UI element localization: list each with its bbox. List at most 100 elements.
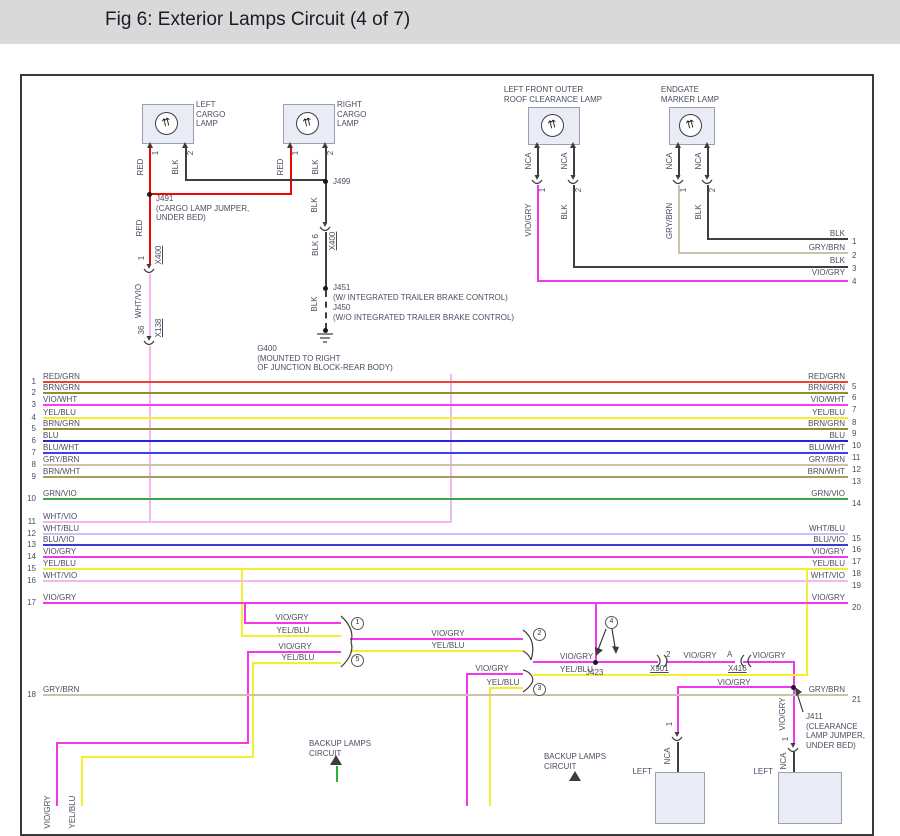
diagram-label: 2	[666, 650, 671, 659]
diagram-label: 18	[852, 569, 861, 578]
junction-dot	[322, 178, 328, 184]
diagram-label: BLK	[829, 229, 845, 238]
wire	[43, 602, 848, 604]
wire	[793, 752, 795, 772]
diagram-label: YEL/BLU	[43, 559, 76, 568]
diagram-label: GRY/BRN	[808, 685, 845, 694]
diagram-label: (W/O INTEGRATED TRAILER BRAKE CONTROL)	[333, 313, 515, 322]
wire	[43, 498, 848, 500]
wire	[81, 758, 83, 806]
diagram-label: 11	[27, 517, 36, 526]
diagram-label: YEL/BLU	[431, 641, 465, 650]
wire	[666, 661, 735, 663]
diagram-label: BLK	[829, 256, 845, 265]
circled-number: 2	[533, 628, 546, 641]
wire	[43, 521, 450, 523]
diagram-label: BLK	[310, 296, 319, 312]
wire	[43, 417, 848, 419]
diagram-label: 15	[27, 564, 36, 573]
diagram-label: (W/ INTEGRATED TRAILER BRAKE CONTROL)	[333, 293, 508, 302]
wire	[43, 544, 848, 546]
circled-number: 1	[351, 617, 364, 630]
diagram-label: LEFT FRONT OUTER ROOF CLEARANCE LAMP	[503, 85, 603, 104]
diagram-label: GRY/BRN	[665, 202, 674, 240]
diagram-label: 16	[27, 576, 36, 585]
diagram-label: 3	[31, 400, 36, 409]
wire	[56, 744, 58, 806]
wire	[678, 148, 680, 177]
bulb-icon: ⇈	[296, 112, 319, 135]
diagram-label: BLK 6	[311, 234, 320, 256]
wire	[43, 428, 848, 430]
wire	[149, 274, 151, 337]
wire	[43, 404, 848, 406]
diagram-label: ENDGATE MARKER LAMP	[660, 85, 720, 104]
diagram-label: 2	[31, 388, 36, 397]
diagram-label: WHT/VIO	[43, 571, 78, 580]
diagram-label: YEL/BLU	[486, 678, 520, 687]
diagram-label: X138	[154, 318, 163, 338]
diagram-label: LEFT	[632, 767, 652, 776]
diagram-label: VIO/GRY	[431, 629, 465, 638]
wire	[573, 185, 575, 268]
diagram-label: 12	[852, 465, 861, 474]
diagram-label: VIO/GRY	[683, 651, 717, 660]
diagram-label: GRY/BRN	[808, 455, 845, 464]
wire	[43, 476, 848, 478]
wire	[677, 742, 679, 772]
wire	[43, 381, 848, 383]
bulb-filament-arrows-icon: ⇈	[684, 118, 697, 132]
diagram-label: 7	[31, 448, 36, 457]
wire	[806, 570, 808, 676]
wire	[43, 533, 848, 535]
wire	[43, 452, 848, 454]
diagram-label: VIO/GRY	[717, 678, 751, 687]
lamp-box	[655, 772, 705, 824]
diagram-label: VIO/GRY	[811, 593, 845, 602]
diagram-label: 1	[137, 255, 146, 261]
diagram-label: BLU	[829, 431, 845, 440]
diagram-label: GRY/BRN	[43, 455, 80, 464]
diagram-label: X901	[650, 664, 669, 673]
diagram-label: RIGHT CARGO LAMP	[337, 100, 367, 128]
diagram-label: 21	[852, 695, 861, 704]
diagram-label: VIO/GRY	[778, 697, 787, 731]
wire	[149, 195, 151, 265]
diagram-label: GRY/BRN	[808, 243, 845, 252]
wire	[678, 185, 680, 254]
wire	[743, 661, 795, 663]
wire	[43, 580, 848, 582]
wire	[707, 238, 848, 240]
wire	[43, 464, 848, 466]
bulb-icon: ⇈	[155, 112, 178, 135]
wire	[81, 756, 254, 758]
diagram-label: 2	[708, 187, 717, 193]
diagram-label: 6	[852, 393, 857, 402]
diagram-label: BLU/WHT	[43, 443, 79, 452]
wire	[56, 742, 249, 744]
diagram-label: 17	[852, 557, 861, 566]
diagram-label: 13	[27, 540, 36, 549]
diagram-label: 2	[186, 150, 195, 156]
wire	[707, 185, 709, 240]
diagram-label: LEFT CARGO LAMP	[196, 100, 226, 128]
wire	[573, 266, 848, 268]
diagram-label: BRN/WHT	[43, 467, 81, 476]
bulb-icon: ⇈	[541, 114, 564, 137]
diagram-label: 8	[31, 460, 36, 469]
junction-dot	[790, 684, 796, 690]
bulb-filament-arrows-icon: ⇈	[160, 116, 173, 130]
diagram-label: 2	[852, 251, 857, 260]
diagram-label: VIO/GRY	[43, 547, 77, 556]
diagram-label: BLK	[560, 204, 569, 220]
diagram-label: 1	[781, 736, 790, 742]
diagram-label: 20	[852, 603, 861, 612]
diagram-label: WHT/BLU	[809, 524, 845, 533]
diagram-label: 16	[852, 545, 861, 554]
diagram-label: VIO/GRY	[43, 795, 52, 829]
diagram-label: 19	[852, 581, 861, 590]
wire	[489, 689, 491, 806]
diagram-label: BRN/GRN	[43, 419, 80, 428]
lamp-box	[778, 772, 842, 824]
diagram-label: 14	[852, 499, 861, 508]
